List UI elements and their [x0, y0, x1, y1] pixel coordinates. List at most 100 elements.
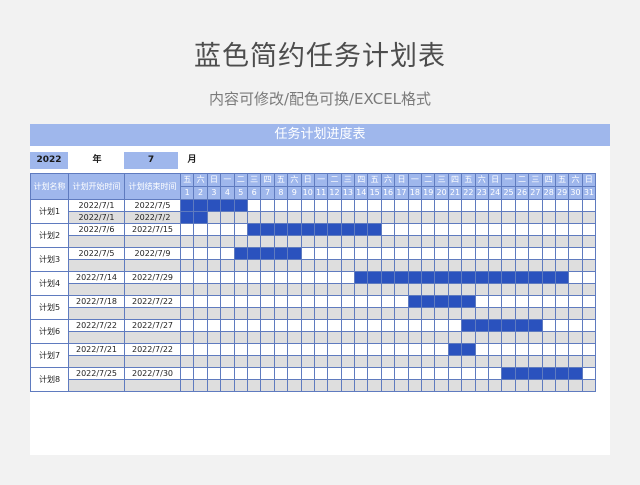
plan-start-cell[interactable]	[68, 379, 125, 392]
gantt-cell[interactable]	[434, 331, 449, 344]
gantt-bar-cell[interactable]	[421, 295, 436, 308]
gantt-cell[interactable]	[541, 343, 556, 356]
gantt-cell[interactable]	[220, 283, 235, 296]
gantt-cell[interactable]	[260, 283, 275, 296]
gantt-cell[interactable]	[260, 295, 275, 308]
gantt-cell[interactable]	[313, 271, 329, 284]
gantt-cell[interactable]	[568, 247, 583, 260]
gantt-cell[interactable]	[474, 235, 489, 248]
gantt-cell[interactable]	[380, 199, 396, 212]
gantt-cell[interactable]	[260, 343, 275, 356]
gantt-cell[interactable]	[434, 307, 449, 320]
gantt-cell[interactable]	[501, 283, 516, 296]
plan-name-cell[interactable]: 计划8	[30, 367, 69, 392]
gantt-cell[interactable]	[233, 223, 248, 236]
gantt-cell[interactable]	[206, 307, 222, 320]
gantt-cell[interactable]	[447, 235, 463, 248]
gantt-cell[interactable]	[179, 283, 195, 296]
gantt-cell[interactable]	[354, 379, 369, 392]
gantt-cell[interactable]	[581, 331, 597, 344]
gantt-cell[interactable]	[300, 211, 315, 224]
gantt-cell[interactable]	[407, 247, 423, 260]
gantt-cell[interactable]	[246, 211, 262, 224]
gantt-cell[interactable]	[407, 223, 423, 236]
gantt-cell[interactable]	[233, 283, 248, 296]
gantt-cell[interactable]	[300, 283, 315, 296]
gantt-cell[interactable]	[474, 247, 489, 260]
gantt-cell[interactable]	[421, 235, 436, 248]
gantt-cell[interactable]	[487, 283, 503, 296]
gantt-cell[interactable]	[474, 211, 489, 224]
gantt-cell[interactable]	[179, 355, 195, 368]
gantt-bar-cell[interactable]	[474, 271, 489, 284]
gantt-cell[interactable]	[179, 343, 195, 356]
gantt-bar-cell[interactable]	[220, 199, 235, 212]
gantt-cell[interactable]	[528, 379, 543, 392]
gantt-cell[interactable]	[260, 355, 275, 368]
gantt-cell[interactable]	[407, 211, 423, 224]
gantt-cell[interactable]	[233, 211, 248, 224]
gantt-cell[interactable]	[461, 307, 476, 320]
gantt-cell[interactable]	[514, 211, 530, 224]
gantt-cell[interactable]	[273, 343, 289, 356]
plan-end-cell[interactable]	[124, 307, 181, 320]
gantt-cell[interactable]	[287, 283, 302, 296]
gantt-cell[interactable]	[300, 355, 315, 368]
gantt-cell[interactable]	[501, 235, 516, 248]
gantt-cell[interactable]	[568, 199, 583, 212]
gantt-bar-cell[interactable]	[528, 319, 543, 332]
gantt-cell[interactable]	[367, 307, 382, 320]
gantt-cell[interactable]	[380, 379, 396, 392]
gantt-cell[interactable]	[474, 283, 489, 296]
gantt-cell[interactable]	[568, 307, 583, 320]
gantt-cell[interactable]	[568, 319, 583, 332]
gantt-cell[interactable]	[340, 307, 356, 320]
gantt-cell[interactable]	[541, 319, 556, 332]
gantt-cell[interactable]	[581, 379, 597, 392]
gantt-cell[interactable]	[568, 355, 583, 368]
gantt-cell[interactable]	[514, 355, 530, 368]
gantt-cell[interactable]	[179, 367, 195, 380]
gantt-bar-cell[interactable]	[179, 211, 195, 224]
gantt-bar-cell[interactable]	[514, 319, 530, 332]
gantt-cell[interactable]	[461, 235, 476, 248]
gantt-cell[interactable]	[581, 259, 597, 272]
plan-start-cell[interactable]: 2022/7/6	[68, 223, 125, 236]
gantt-cell[interactable]	[220, 211, 235, 224]
gantt-cell[interactable]	[407, 367, 423, 380]
gantt-cell[interactable]	[327, 259, 342, 272]
gantt-cell[interactable]	[581, 211, 597, 224]
gantt-bar-cell[interactable]	[354, 271, 369, 284]
gantt-cell[interactable]	[327, 319, 342, 332]
gantt-cell[interactable]	[179, 295, 195, 308]
gantt-cell[interactable]	[287, 319, 302, 332]
gantt-cell[interactable]	[273, 271, 289, 284]
gantt-cell[interactable]	[273, 379, 289, 392]
gantt-cell[interactable]	[554, 259, 570, 272]
gantt-cell[interactable]	[501, 331, 516, 344]
gantt-cell[interactable]	[528, 307, 543, 320]
gantt-cell[interactable]	[193, 271, 208, 284]
gantt-cell[interactable]	[501, 355, 516, 368]
plan-start-cell[interactable]	[68, 355, 125, 368]
gantt-cell[interactable]	[447, 211, 463, 224]
gantt-cell[interactable]	[461, 199, 476, 212]
gantt-cell[interactable]	[474, 343, 489, 356]
gantt-cell[interactable]	[220, 379, 235, 392]
gantt-cell[interactable]	[421, 223, 436, 236]
gantt-cell[interactable]	[246, 319, 262, 332]
gantt-cell[interactable]	[340, 331, 356, 344]
gantt-cell[interactable]	[340, 211, 356, 224]
gantt-cell[interactable]	[514, 307, 530, 320]
gantt-cell[interactable]	[354, 283, 369, 296]
plan-start-cell[interactable]: 2022/7/1	[68, 211, 125, 224]
gantt-cell[interactable]	[447, 259, 463, 272]
gantt-cell[interactable]	[340, 259, 356, 272]
gantt-cell[interactable]	[568, 295, 583, 308]
gantt-cell[interactable]	[541, 259, 556, 272]
plan-end-cell[interactable]	[124, 331, 181, 344]
gantt-cell[interactable]	[501, 259, 516, 272]
gantt-cell[interactable]	[273, 259, 289, 272]
gantt-bar-cell[interactable]	[461, 295, 476, 308]
gantt-cell[interactable]	[501, 379, 516, 392]
